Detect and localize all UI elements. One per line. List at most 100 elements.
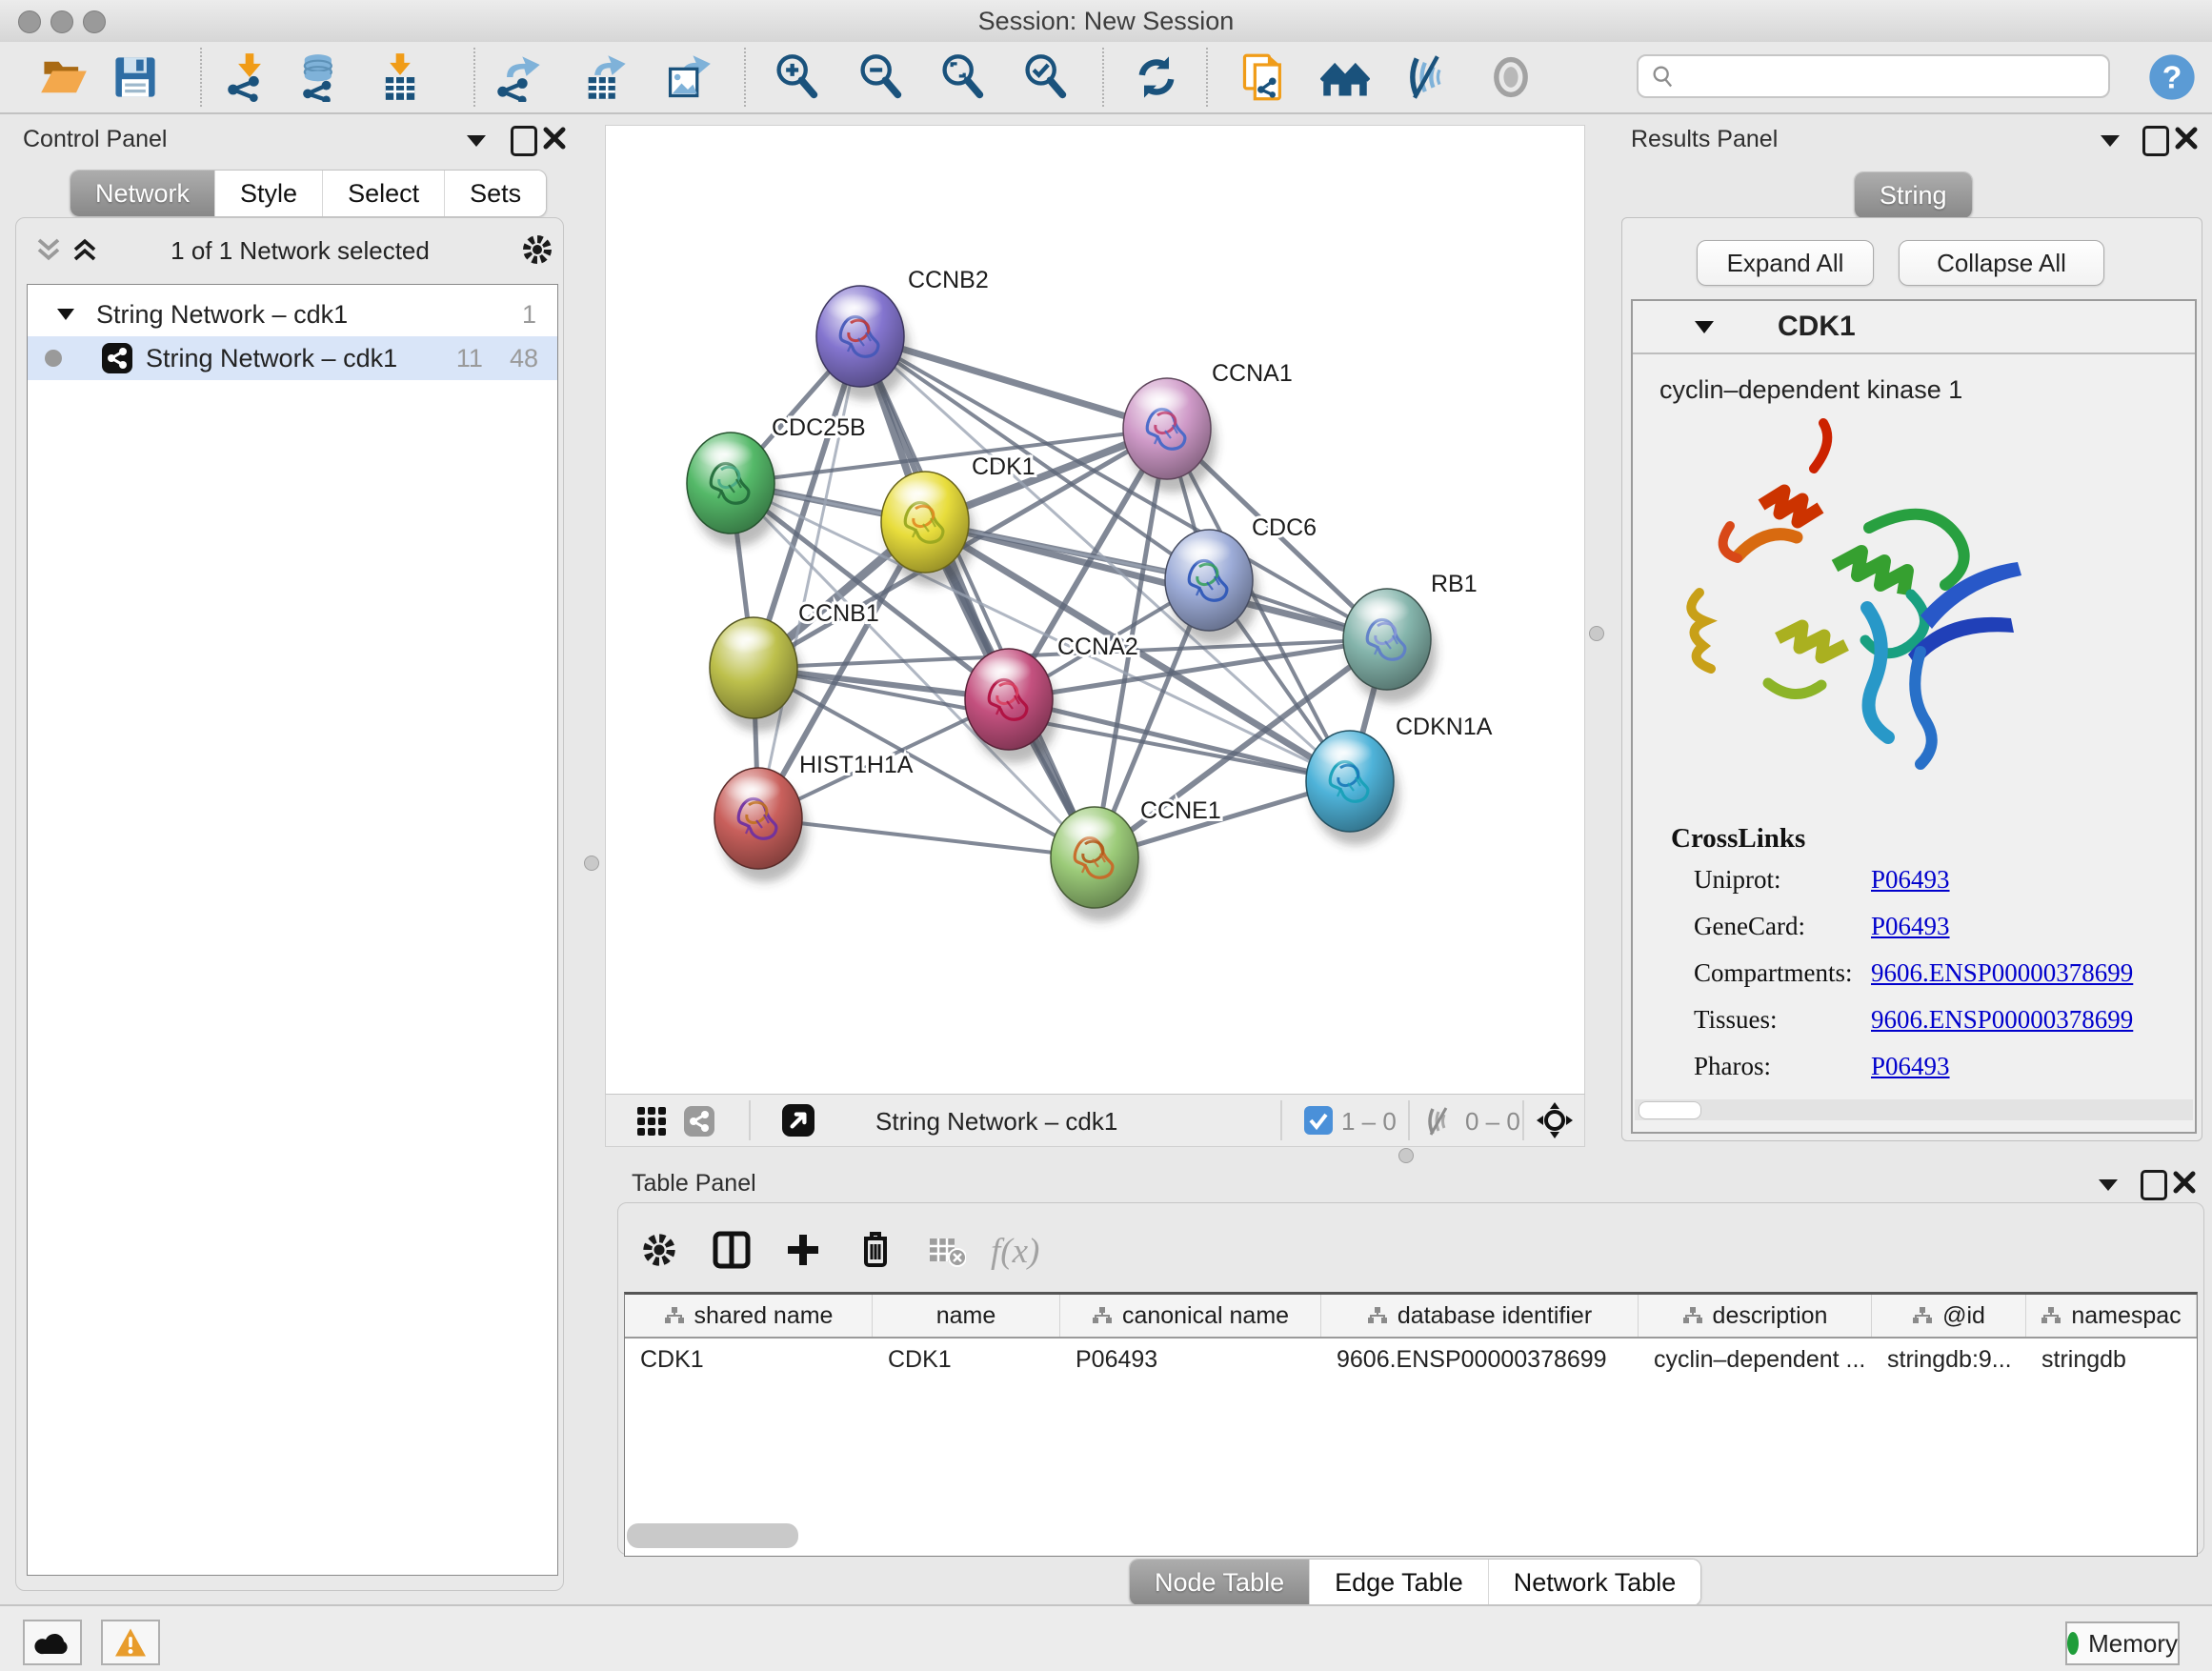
- export-network-button[interactable]: [493, 50, 546, 104]
- tab-select[interactable]: Select: [322, 171, 444, 216]
- column-header-shared-name[interactable]: shared name: [625, 1295, 873, 1337]
- network-node-CCNB2[interactable]: [816, 286, 910, 400]
- show-glass-eye-button[interactable]: [1484, 50, 1538, 104]
- table-hscrollbar-thumb[interactable]: [627, 1523, 798, 1548]
- network-options-gear-icon[interactable]: [520, 232, 554, 267]
- network-edge-CCNB2-HIST1H1A[interactable]: [758, 336, 860, 818]
- column-header-namespac[interactable]: namespac: [2026, 1295, 2197, 1337]
- results-panel-float-icon[interactable]: [2142, 126, 2169, 156]
- cell-shared-name[interactable]: CDK1: [625, 1339, 873, 1380]
- warnings-button[interactable]: [101, 1620, 160, 1665]
- import-network-from-database-button[interactable]: [293, 50, 347, 104]
- detach-view-icon[interactable]: [782, 1104, 814, 1137]
- import-network-button[interactable]: [223, 50, 276, 104]
- expand-all-chevron-icon[interactable]: [70, 236, 99, 263]
- network-node-CDK1[interactable]: [881, 472, 975, 586]
- table-panel-close-icon[interactable]: [2173, 1170, 2196, 1195]
- control-panel-float-icon[interactable]: [511, 126, 537, 156]
- zoom-selected-button[interactable]: [1018, 50, 1072, 104]
- network-tree-child-row[interactable]: String Network – cdk1 11 48: [28, 336, 557, 380]
- open-session-button[interactable]: [37, 50, 90, 104]
- cell-canonical-name[interactable]: P06493: [1060, 1339, 1321, 1380]
- tab-edge-table[interactable]: Edge Table: [1309, 1560, 1488, 1605]
- network-edge-HIST1H1A-CCNE1[interactable]: [758, 818, 1095, 857]
- hide-glass-eye-button[interactable]: [1400, 50, 1454, 104]
- network-node-CCNE1[interactable]: [1051, 807, 1144, 921]
- automation-cloud-button[interactable]: [23, 1620, 82, 1665]
- zoom-out-icon: [855, 52, 905, 102]
- node-table-data-row[interactable]: CDK1CDK1P064939606.ENSP00000378699cyclin…: [625, 1339, 2197, 1380]
- network-node-HIST1H1A[interactable]: [714, 768, 808, 882]
- results-hscrollbar-track[interactable]: [1635, 1099, 2193, 1120]
- crosslink-link[interactable]: P06493: [1871, 865, 1950, 895]
- crosslink-link[interactable]: P06493: [1871, 1052, 1950, 1081]
- left-splitter-handle[interactable]: [584, 856, 599, 871]
- cell-description[interactable]: cyclin–dependent ...: [1639, 1339, 1872, 1380]
- crosslink-link[interactable]: 9606.ENSP00000378699: [1871, 1005, 2133, 1035]
- cell-database-identifier[interactable]: 9606.ENSP00000378699: [1321, 1339, 1639, 1380]
- table-panel-float-icon[interactable]: [2141, 1170, 2167, 1200]
- zoom-out-button[interactable]: [854, 50, 907, 104]
- network-node-CCNA2[interactable]: [965, 649, 1058, 763]
- protein-card-header[interactable]: CDK1: [1633, 301, 2195, 354]
- crosslink-link[interactable]: 9606.ENSP00000378699: [1871, 958, 2133, 988]
- collapse-all-button[interactable]: Collapse All: [1899, 240, 2104, 286]
- tab-string[interactable]: String: [1855, 172, 1972, 218]
- selected-checkbox-icon[interactable]: [1304, 1106, 1333, 1135]
- tab-network-table[interactable]: Network Table: [1488, 1560, 1701, 1605]
- network-icon-gray[interactable]: [684, 1106, 714, 1137]
- network-tree-root-row[interactable]: String Network – cdk1 1: [28, 292, 557, 336]
- tab-network[interactable]: Network: [70, 171, 214, 216]
- expand-all-button[interactable]: Expand All: [1697, 240, 1874, 286]
- control-panel-close-icon[interactable]: [543, 126, 566, 151]
- table-options-gear-icon[interactable]: [640, 1231, 678, 1269]
- grid-view-icon[interactable]: [636, 1106, 667, 1137]
- zoom-in-button[interactable]: [770, 50, 823, 104]
- tree-expand-triangle-icon[interactable]: [56, 308, 75, 321]
- column-header-description[interactable]: description: [1639, 1295, 1872, 1337]
- delete-column-trash-icon[interactable]: [856, 1229, 895, 1269]
- results-panel-close-icon[interactable]: [2175, 126, 2198, 151]
- network-node-CDKN1A[interactable]: [1306, 731, 1399, 845]
- bottom-splitter-handle[interactable]: [1398, 1148, 1414, 1163]
- export-table-button[interactable]: [578, 50, 632, 104]
- network-edge-CDK1-RB1[interactable]: [925, 522, 1387, 639]
- network-graph[interactable]: CCNB2CCNA1CDC25BCDK1CDC6RB1CCNB1CCNA2CDK…: [606, 126, 1584, 1095]
- network-canvas[interactable]: CCNB2CCNA1CDC25BCDK1CDC6RB1CCNB1CCNA2CDK…: [605, 125, 1585, 1096]
- save-session-button[interactable]: [109, 50, 162, 104]
- birdseye-crosshair-icon[interactable]: [1536, 1101, 1574, 1139]
- string-home-button[interactable]: [1318, 50, 1372, 104]
- cell-namespac[interactable]: stringdb: [2026, 1339, 2197, 1380]
- search-input[interactable]: [1637, 54, 2110, 98]
- copy-network-button[interactable]: [1237, 50, 1290, 104]
- export-image-button[interactable]: [661, 50, 714, 104]
- network-node-CDC25B[interactable]: [687, 433, 780, 547]
- tab-node-table[interactable]: Node Table: [1130, 1560, 1309, 1605]
- import-table-button[interactable]: [373, 50, 427, 104]
- column-header-canonical-name[interactable]: canonical name: [1060, 1295, 1321, 1337]
- show-columns-icon[interactable]: [713, 1231, 751, 1269]
- help-button[interactable]: ?: [2145, 50, 2199, 104]
- column-header-database-identifier[interactable]: database identifier: [1321, 1295, 1639, 1337]
- network-edge-CCNB2-CCNE1[interactable]: [860, 336, 1095, 857]
- tab-sets[interactable]: Sets: [444, 171, 546, 216]
- column-header-name[interactable]: name: [873, 1295, 1060, 1337]
- table-panel-menu-icon[interactable]: [2097, 1178, 2120, 1193]
- memory-button[interactable]: Memory: [2065, 1621, 2180, 1665]
- tab-style[interactable]: Style: [214, 171, 322, 216]
- control-panel-menu-icon[interactable]: [465, 133, 488, 149]
- column-header--id[interactable]: @id: [1872, 1295, 2026, 1337]
- status-bar: Memory: [0, 1604, 2212, 1671]
- network-node-RB1[interactable]: [1343, 589, 1437, 703]
- crosslink-link[interactable]: P06493: [1871, 912, 1950, 941]
- cell-name[interactable]: CDK1: [873, 1339, 1060, 1380]
- results-hscrollbar-thumb[interactable]: [1639, 1101, 1701, 1119]
- results-panel-menu-icon[interactable]: [2099, 133, 2122, 149]
- right-splitter-handle[interactable]: [1589, 626, 1604, 641]
- zoom-fit-button[interactable]: [935, 50, 989, 104]
- collapse-triangle-icon[interactable]: [1694, 320, 1715, 334]
- apply-style-refresh-button[interactable]: [1130, 50, 1183, 104]
- cell--id[interactable]: stringdb:9...: [1872, 1339, 2026, 1380]
- add-column-icon[interactable]: [784, 1231, 822, 1269]
- collapse-all-chevron-icon[interactable]: [34, 236, 63, 263]
